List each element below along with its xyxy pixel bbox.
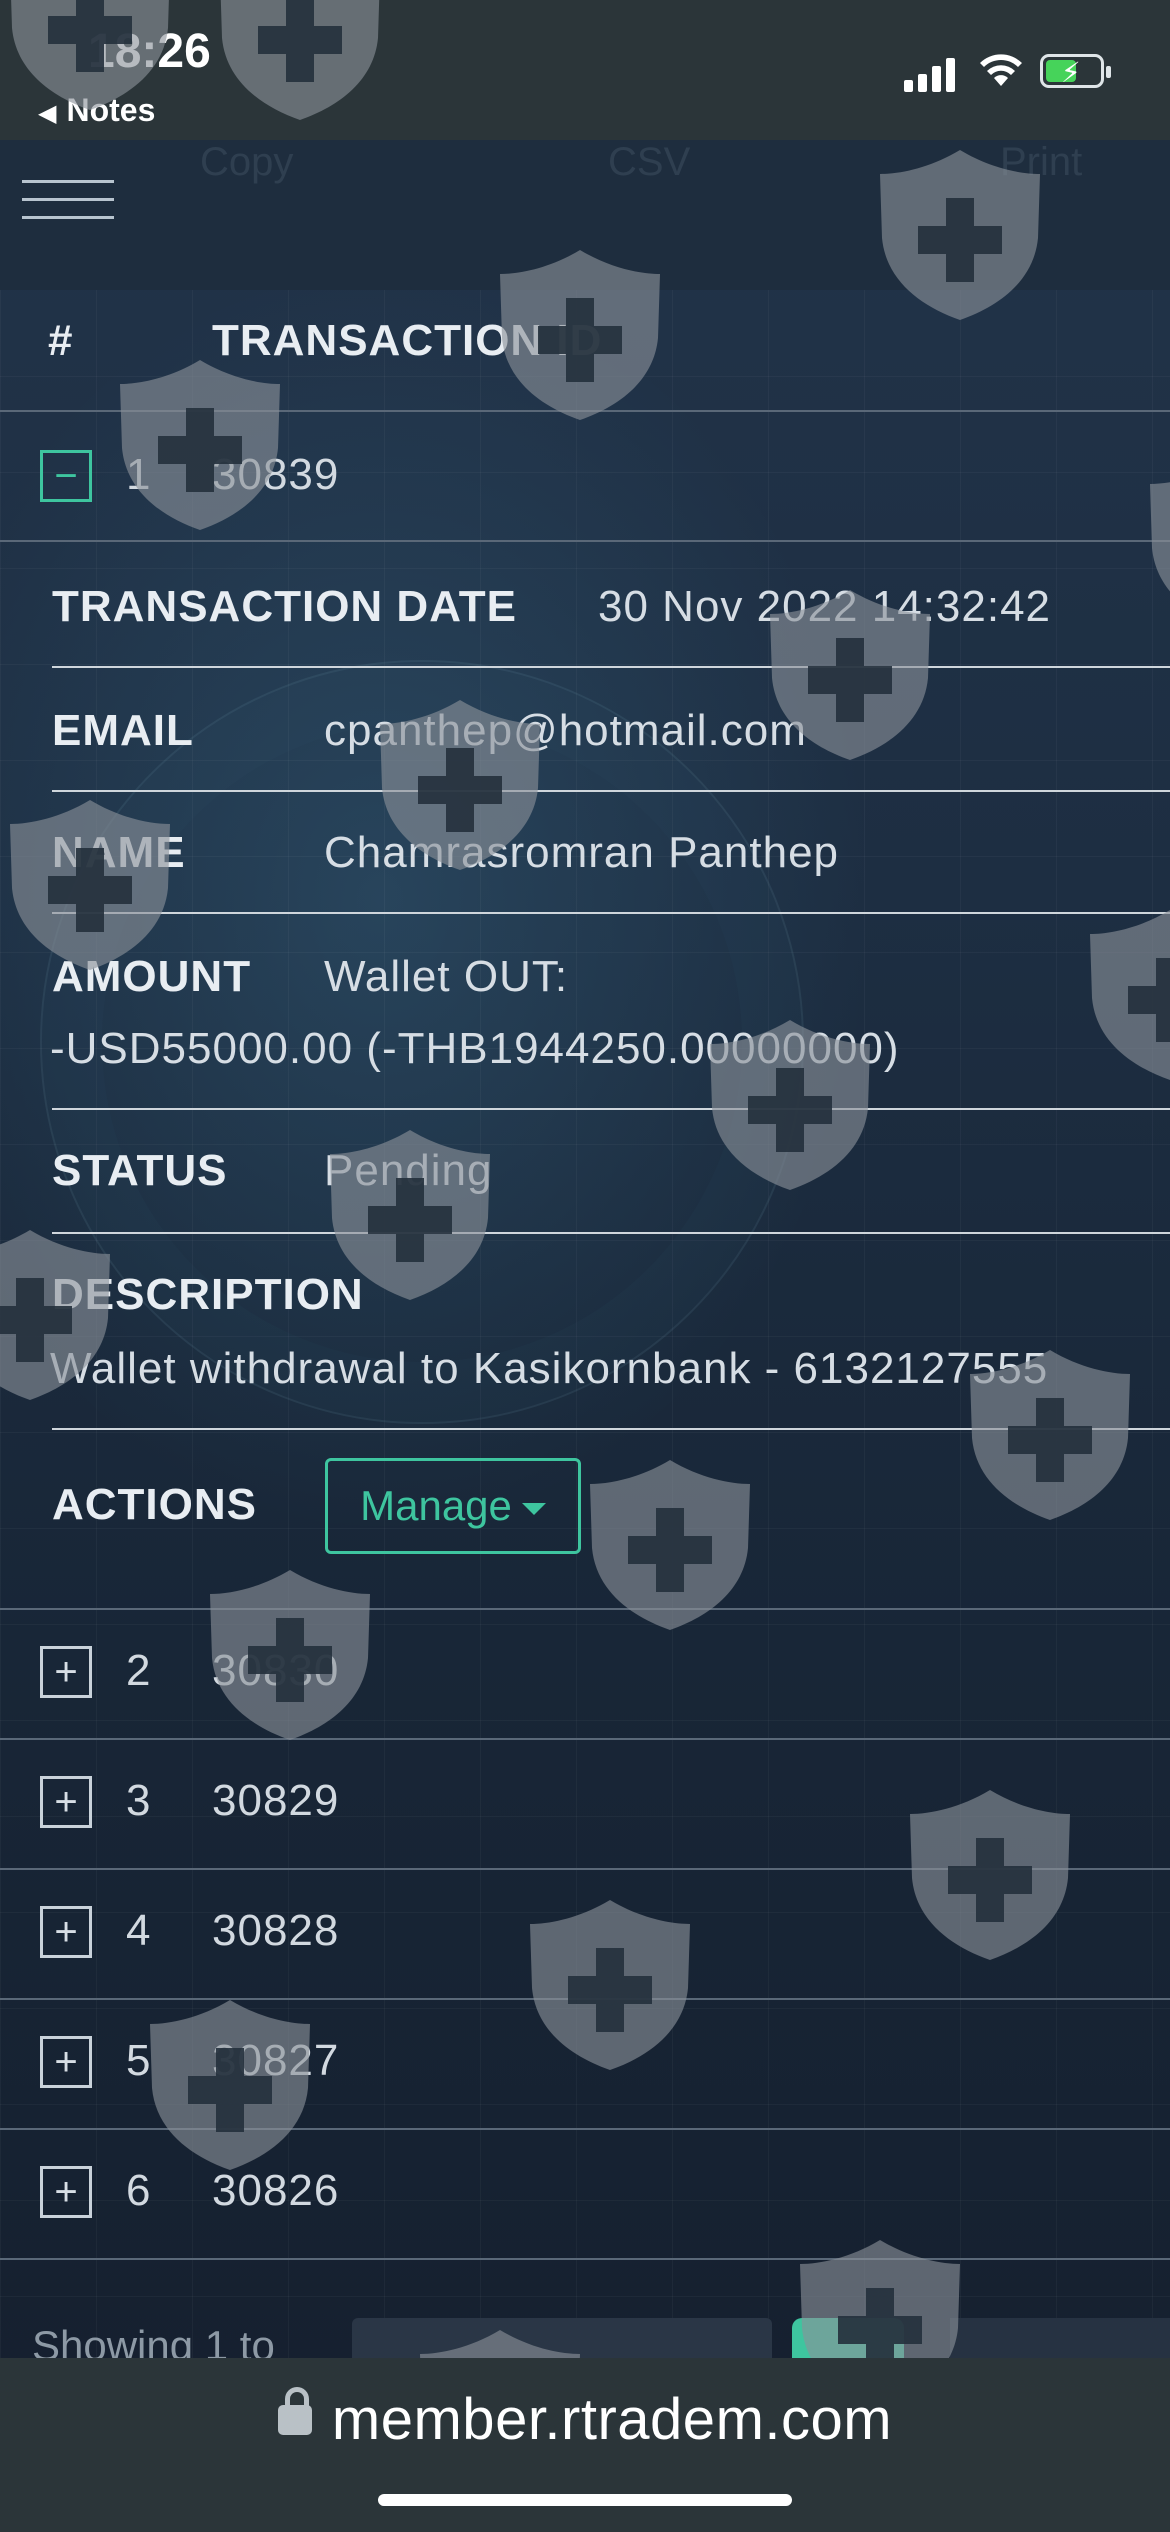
divider [0, 410, 1170, 412]
back-to-notes[interactable]: ◀ Notes [38, 92, 155, 129]
divider [52, 666, 1170, 668]
description-value: Wallet withdrawal to Kasikornbank - 6132… [50, 1344, 1049, 1393]
row-number: 1 [126, 450, 151, 499]
wifi-icon [980, 54, 1022, 86]
row-number: 3 [126, 1776, 151, 1825]
row-number: 4 [126, 1906, 151, 1955]
print-button[interactable]: Print [1000, 140, 1082, 185]
amount-value: -USD55000.00 (-THB1944250.00000000) [50, 1024, 900, 1073]
status-label: STATUS [52, 1146, 228, 1195]
lock-icon [277, 2386, 312, 2435]
row-transaction-id: 30828 [212, 1906, 340, 1955]
status-bar: 18:26 ◀ Notes ⚡ [0, 0, 1170, 140]
collapse-row-toggle[interactable]: − [40, 450, 92, 502]
manage-label: Manage [360, 1482, 512, 1529]
row-transaction-id: 30829 [212, 1776, 340, 1825]
hamburger-icon[interactable] [22, 180, 114, 224]
manage-dropdown-button[interactable]: Manage [325, 1458, 581, 1554]
chevron-down-icon [521, 1502, 546, 1515]
divider [52, 790, 1170, 792]
email-label: EMAIL [52, 706, 194, 755]
divider [0, 2258, 1170, 2260]
url-text: member.rtradem.com [331, 2387, 893, 2452]
row-transaction-id: 30830 [212, 1646, 340, 1695]
row-transaction-id: 30827 [212, 2036, 340, 2085]
column-header-number: # [48, 316, 74, 365]
clock: 18:26 [88, 25, 211, 78]
divider [0, 1608, 1170, 1610]
row-number: 2 [126, 1646, 151, 1695]
name-value: Chamrasromran Panthep [324, 828, 840, 877]
name-label: NAME [52, 828, 186, 877]
description-label: DESCRIPTION [52, 1270, 364, 1319]
transaction-date-value: 30 Nov 2022 14:32:42 [598, 582, 1052, 631]
actions-label: ACTIONS [52, 1480, 257, 1529]
expand-row-toggle[interactable]: + [40, 1776, 92, 1828]
row-transaction-id: 30826 [212, 2166, 340, 2215]
row-transaction-id: 30839 [212, 450, 340, 499]
divider [52, 1232, 1170, 1234]
copy-button[interactable]: Copy [200, 140, 293, 185]
back-label: Notes [66, 92, 156, 128]
divider [0, 1868, 1170, 1870]
divider [0, 1738, 1170, 1740]
amount-label: AMOUNT [52, 952, 252, 1001]
divider [52, 912, 1170, 914]
url-display[interactable]: member.rtradem.com [0, 2386, 1170, 2453]
row-number: 5 [126, 2036, 151, 2085]
divider [0, 540, 1170, 542]
divider [52, 1428, 1170, 1430]
divider [52, 1108, 1170, 1110]
divider [0, 1998, 1170, 2000]
top-toolbar [0, 140, 1170, 290]
home-indicator[interactable] [378, 2494, 792, 2506]
signal-icon [904, 56, 956, 92]
expand-row-toggle[interactable]: + [40, 2166, 92, 2218]
back-arrow-icon: ◀ [38, 100, 57, 127]
battery-charging-icon: ⚡ [1040, 54, 1111, 88]
expand-row-toggle[interactable]: + [40, 1906, 92, 1958]
status-value: Pending [324, 1146, 493, 1195]
csv-button[interactable]: CSV [608, 140, 690, 185]
transaction-date-label: TRANSACTION DATE [52, 582, 517, 631]
amount-type: Wallet OUT: [324, 952, 569, 1001]
expand-row-toggle[interactable]: + [40, 1646, 92, 1698]
column-header-transaction-id[interactable]: TRANSACTION ID [212, 316, 602, 366]
expand-row-toggle[interactable]: + [40, 2036, 92, 2088]
email-value: cpanthep@hotmail.com [324, 706, 807, 755]
row-number: 6 [126, 2166, 151, 2215]
divider [0, 2128, 1170, 2130]
